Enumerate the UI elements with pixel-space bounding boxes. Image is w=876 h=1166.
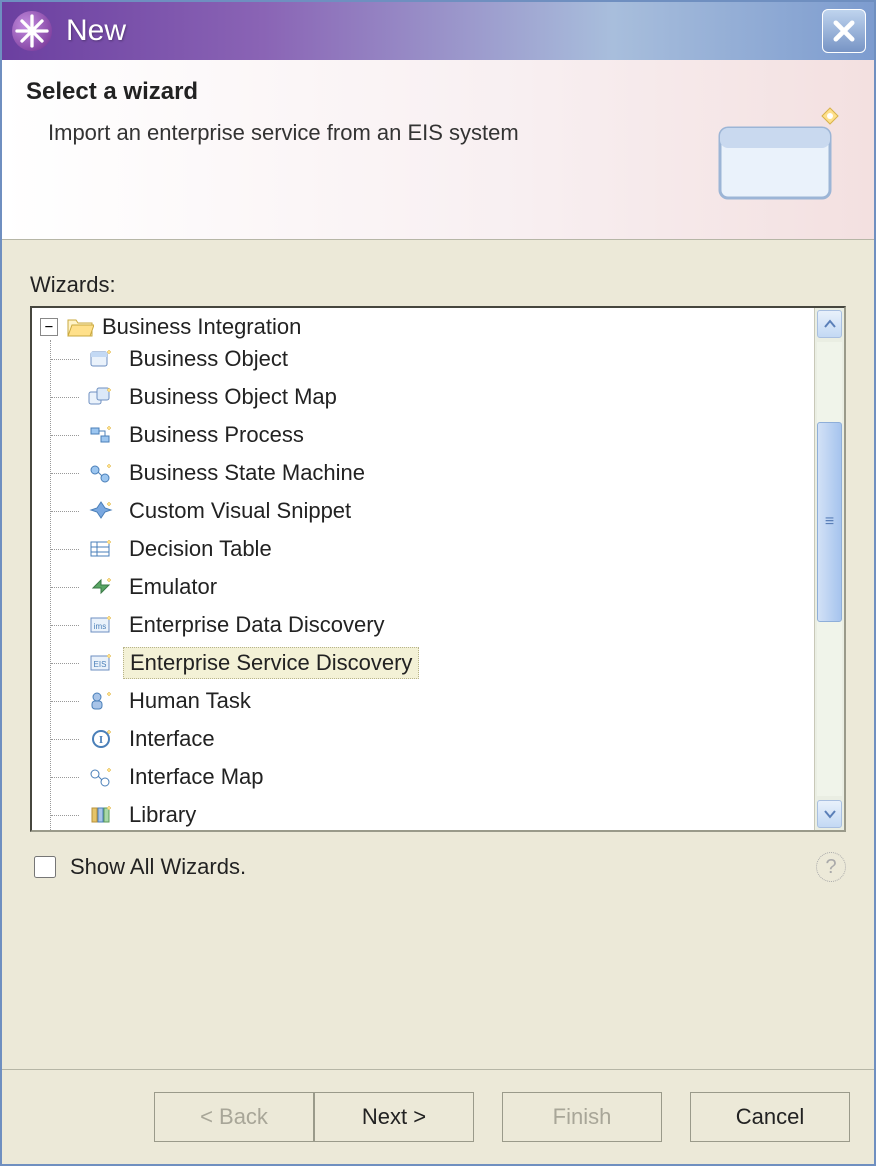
tree-item-label: Business Object Map — [123, 382, 343, 412]
vertical-scrollbar[interactable] — [814, 308, 844, 830]
tree-item-label: Business Object — [123, 344, 294, 374]
scroll-thumb[interactable] — [817, 422, 842, 622]
emulator-icon — [87, 574, 115, 600]
tree-item-business-object[interactable]: Business Object — [51, 340, 810, 378]
tree-item-library[interactable]: Library — [51, 796, 810, 830]
scroll-up-button[interactable] — [817, 310, 842, 338]
business-object-map-icon — [87, 384, 115, 410]
app-icon — [12, 11, 52, 51]
tree-item-custom-visual-snippet[interactable]: Custom Visual Snippet — [51, 492, 810, 530]
tree-item-business-process[interactable]: Business Process — [51, 416, 810, 454]
human-task-icon — [87, 688, 115, 714]
titlebar[interactable]: New — [2, 2, 874, 60]
window-title: New — [66, 14, 822, 48]
tree-item-label: Library — [123, 800, 202, 830]
show-all-row: Show All Wizards. ? — [30, 852, 846, 882]
tree-item-enterprise-service-discovery[interactable]: EIS Enterprise Service Discovery — [51, 644, 810, 682]
banner-graphic-icon — [700, 88, 850, 218]
back-button[interactable]: < Back — [154, 1092, 314, 1142]
enterprise-service-discovery-icon: EIS — [87, 650, 115, 676]
expand-toggle[interactable]: − — [40, 318, 58, 336]
scroll-track[interactable] — [817, 342, 842, 796]
finish-button[interactable]: Finish — [502, 1092, 662, 1142]
enterprise-data-discovery-icon: ims — [87, 612, 115, 638]
tree-root-label: Business Integration — [102, 314, 301, 340]
tree-item-interface-map[interactable]: Interface Map — [51, 758, 810, 796]
show-all-checkbox[interactable] — [34, 856, 56, 878]
tree-item-label: Emulator — [123, 572, 223, 602]
tree-root-business-integration[interactable]: − Business Integration — [36, 314, 810, 340]
business-process-icon — [87, 422, 115, 448]
tree-item-decision-table[interactable]: Decision Table — [51, 530, 810, 568]
tree-item-emulator[interactable]: Emulator — [51, 568, 810, 606]
svg-text:I: I — [99, 734, 103, 746]
svg-text:EIS: EIS — [94, 660, 107, 669]
close-icon — [830, 17, 858, 45]
tree-item-label: Business State Machine — [123, 458, 371, 488]
help-icon[interactable]: ? — [816, 852, 846, 882]
tree-item-enterprise-data-discovery[interactable]: ims Enterprise Data Discovery — [51, 606, 810, 644]
business-object-icon — [87, 346, 115, 372]
tree-item-human-task[interactable]: Human Task — [51, 682, 810, 720]
tree-item-business-object-map[interactable]: Business Object Map — [51, 378, 810, 416]
svg-text:ims: ims — [94, 622, 106, 631]
decision-table-icon — [87, 536, 115, 562]
tree-item-interface[interactable]: I Interface — [51, 720, 810, 758]
interface-map-icon — [87, 764, 115, 790]
button-bar: < Back Next > Finish Cancel — [2, 1069, 874, 1164]
tree-label: Wizards: — [30, 272, 846, 298]
interface-icon: I — [87, 726, 115, 752]
wizard-tree-container: − Business Integration Business ObjectBu… — [30, 306, 846, 832]
tree-item-label: Custom Visual Snippet — [123, 496, 357, 526]
close-button[interactable] — [822, 9, 866, 53]
library-icon — [87, 802, 115, 828]
tree-item-label: Decision Table — [123, 534, 278, 564]
dialog-content: Wizards: − Business Integration Business… — [2, 240, 874, 1069]
tree-item-label: Enterprise Data Discovery — [123, 610, 391, 640]
tree-item-business-state-machine[interactable]: Business State Machine — [51, 454, 810, 492]
tree-children: Business Object Business Object Map Busine… — [50, 340, 810, 830]
tree-item-label: Human Task — [123, 686, 257, 716]
chevron-down-icon — [823, 809, 837, 819]
business-state-machine-icon — [87, 460, 115, 486]
cancel-button[interactable]: Cancel — [690, 1092, 850, 1142]
chevron-up-icon — [823, 319, 837, 329]
next-button[interactable]: Next > — [314, 1092, 474, 1142]
new-wizard-dialog: New Select a wizard Import an enterprise… — [0, 0, 876, 1166]
tree-item-label: Enterprise Service Discovery — [123, 647, 419, 679]
scroll-down-button[interactable] — [817, 800, 842, 828]
show-all-label[interactable]: Show All Wizards. — [70, 854, 246, 880]
wizard-banner: Select a wizard Import an enterprise ser… — [2, 60, 874, 240]
tree-item-label: Business Process — [123, 420, 310, 450]
wizard-tree[interactable]: − Business Integration Business ObjectBu… — [32, 308, 814, 830]
custom-visual-snippet-icon — [87, 498, 115, 524]
folder-open-icon — [66, 316, 94, 338]
tree-item-label: Interface — [123, 724, 221, 754]
tree-item-label: Interface Map — [123, 762, 270, 792]
